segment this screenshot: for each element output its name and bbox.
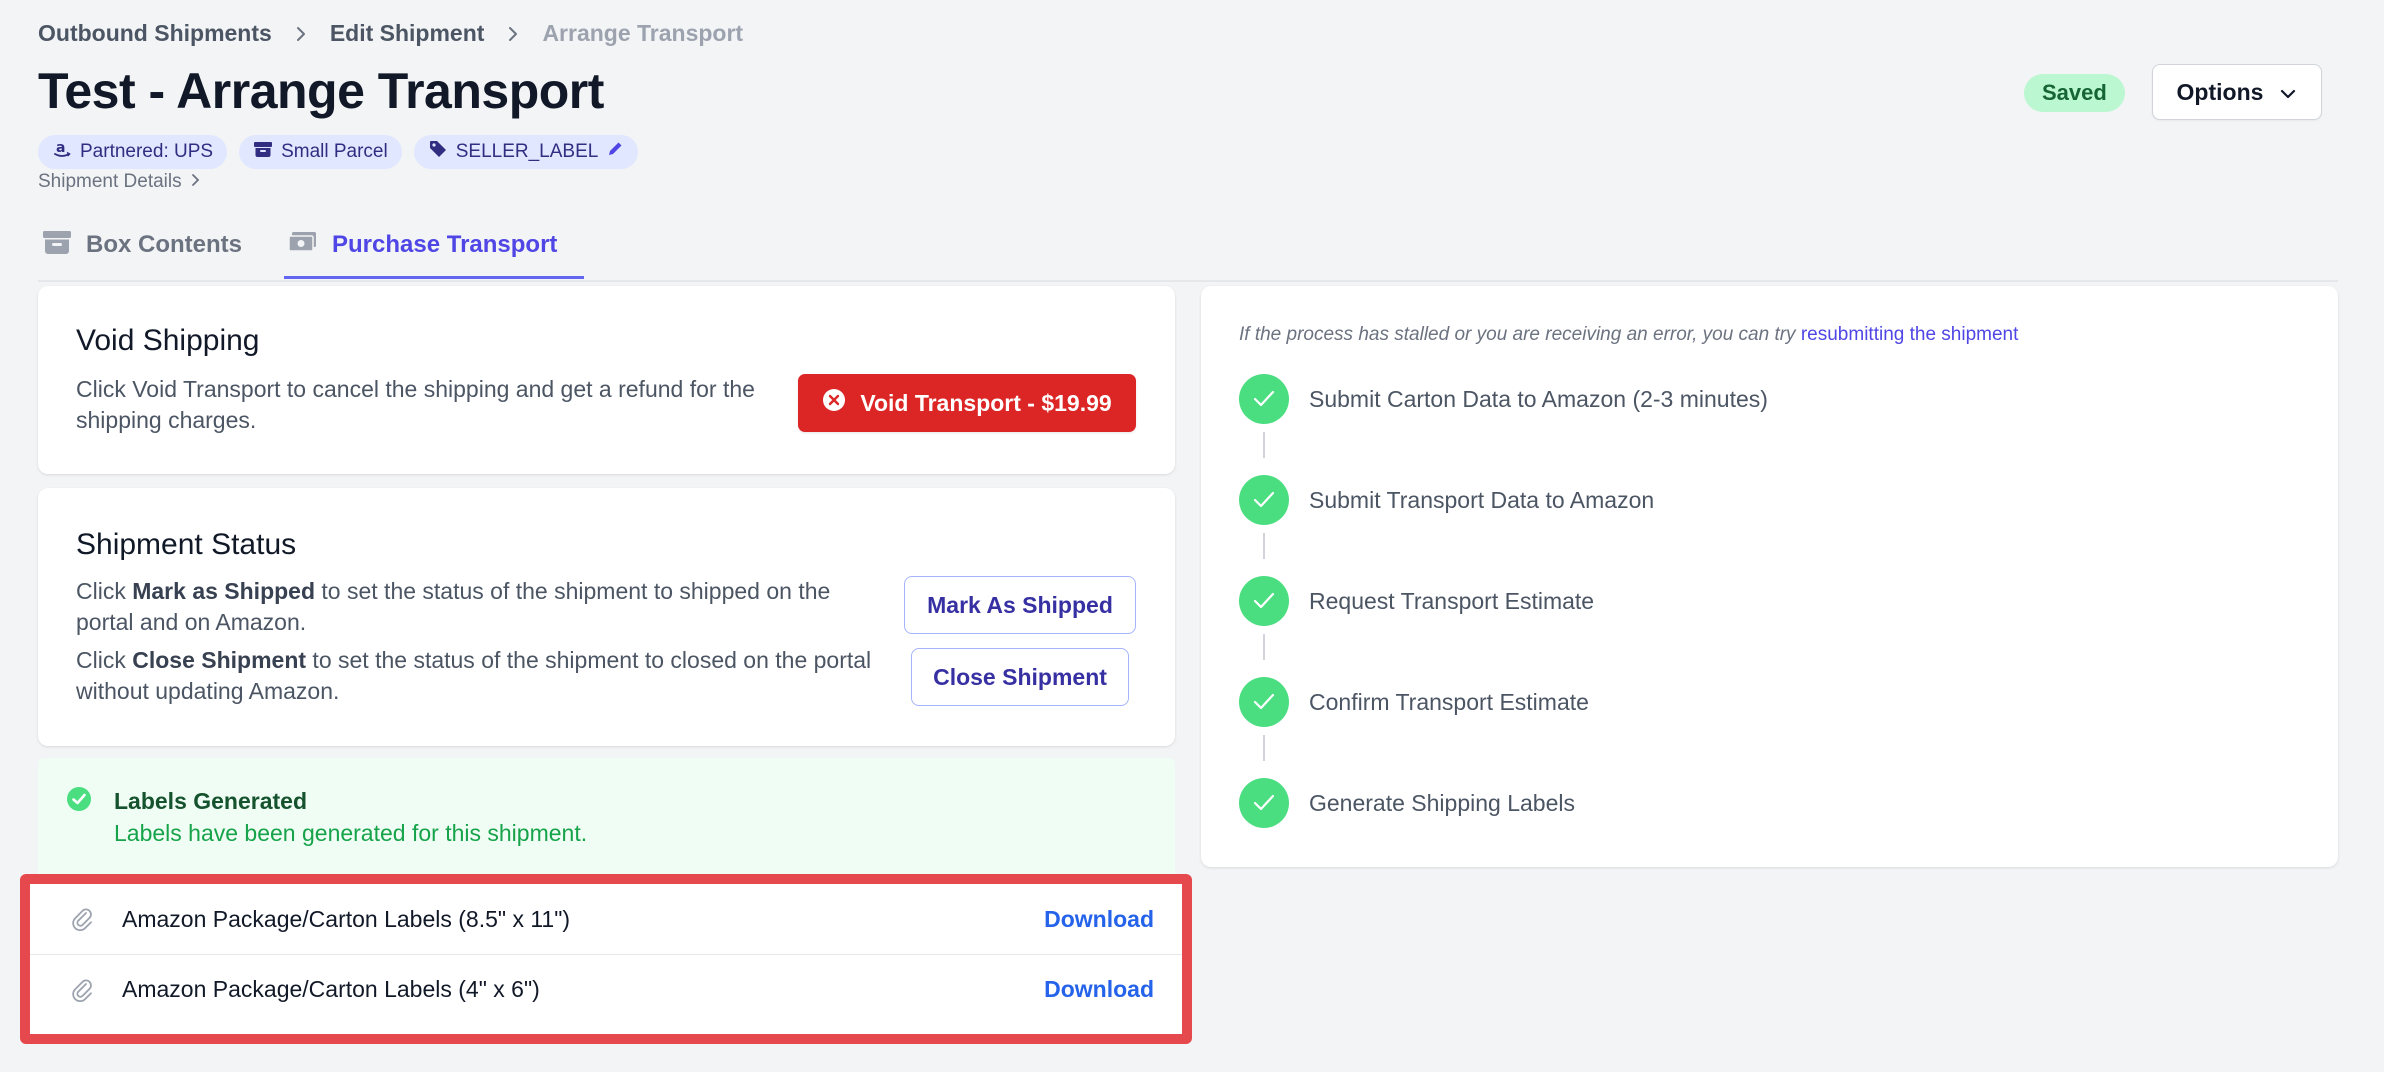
paperclip-icon [70,978,96,1009]
check-icon [1239,778,1289,828]
chevron-right-icon [190,171,200,193]
close-shipment-pre: Click [76,647,133,673]
close-shipment-description: Click Close Shipment to set the status o… [76,645,876,707]
shipment-status-card: Shipment Status Click Mark as Shipped to… [38,488,1175,746]
check-icon [1239,677,1289,727]
archive-box-icon [42,229,72,262]
parcel-badge-label: Small Parcel [281,141,388,162]
labels-generated-alert: Labels Generated Labels have been genera… [38,758,1175,874]
step-item: Request Transport Estimate [1239,576,1594,626]
label-type-badge[interactable]: SELLER_LABEL [413,135,639,169]
carrier-badge-label: Partnered: UPS [80,141,214,162]
labels-generated-title: Labels Generated [114,788,308,814]
active-tab-indicator [284,276,584,279]
tab-box-contents-label: Box Contents [86,231,242,258]
chevron-right-icon [506,25,520,43]
breadcrumb-edit-shipment[interactable]: Edit Shipment [330,20,485,47]
money-icon [288,229,318,262]
label-type-badge-label: SELLER_LABEL [455,141,599,162]
close-shipment-button[interactable]: Close Shipment [911,648,1129,706]
check-circle-icon [66,786,92,817]
options-button[interactable]: Options [2152,64,2322,120]
chevron-down-icon [2279,79,2297,106]
mark-shipped-bold: Mark as Shipped [132,578,316,604]
tag-icon [428,139,448,165]
paperclip-icon [70,907,96,938]
tab-bar: Box Contents Purchase Transport [38,210,2338,282]
step-label: Generate Shipping Labels [1309,789,1575,816]
step-item: Confirm Transport Estimate [1239,677,1589,727]
file-name: Amazon Package/Carton Labels (4" x 6") [122,976,540,1002]
check-icon [1239,374,1289,424]
void-transport-button-label: Void Transport - $19.99 [860,389,1112,416]
close-shipment-bold: Close Shipment [132,647,307,673]
mark-as-shipped-button[interactable]: Mark As Shipped [904,576,1136,634]
labels-generated-text: Labels have been generated for this ship… [114,820,588,846]
file-name: Amazon Package/Carton Labels (8.5" x 11"… [122,905,571,932]
step-item: Generate Shipping Labels [1239,778,1575,828]
step-label: Submit Carton Data to Amazon (2-3 minute… [1309,385,1768,412]
options-button-label: Options [2176,78,2264,105]
step-connector [1263,533,1265,559]
x-circle-icon [822,388,846,418]
list-item: Amazon Package/Carton Labels (4" x 6") D… [30,954,1182,1024]
shipment-details-link[interactable]: Shipment Details [38,171,200,193]
saved-status-badge: Saved [2024,74,2125,112]
carrier-badge: a Partnered: UPS [38,135,228,169]
step-label: Submit Transport Data to Amazon [1309,486,1655,513]
step-connector [1263,735,1265,761]
tab-purchase-transport-label: Purchase Transport [332,231,558,258]
breadcrumb-current: Arrange Transport [542,20,744,46]
step-connector [1263,432,1265,458]
mark-shipped-pre: Click [76,578,133,604]
step-item: Submit Carton Data to Amazon (2-3 minute… [1239,374,1768,424]
parcel-badge: Small Parcel [239,135,402,169]
label-files-list: Amazon Package/Carton Labels (8.5" x 11"… [20,874,1192,1044]
list-item: Amazon Package/Carton Labels (8.5" x 11"… [30,884,1182,954]
resubmit-note: If the process has stalled or you are re… [1239,324,2018,346]
pencil-icon[interactable] [606,140,624,164]
void-transport-button[interactable]: Void Transport - $19.99 [798,374,1136,432]
step-item: Submit Transport Data to Amazon [1239,475,1654,525]
shipment-badges: a Partnered: UPS Small Parcel SELLER_LAB… [38,135,639,169]
check-icon [1239,475,1289,525]
resubmit-shipment-link[interactable]: resubmitting the shipment [1801,324,2019,345]
tab-purchase-transport[interactable]: Purchase Transport [288,222,557,268]
chevron-right-icon [294,25,308,43]
page-title: Test - Arrange Transport [38,63,604,119]
void-shipping-title: Void Shipping [76,324,260,357]
step-label: Request Transport Estimate [1309,587,1595,614]
breadcrumb: Outbound Shipments Edit Shipment Arrange… [38,20,743,47]
transport-steps-card: If the process has stalled or you are re… [1201,286,2338,867]
shipment-details-label: Shipment Details [38,171,182,192]
download-link[interactable]: Download [1044,976,1154,1003]
breadcrumb-outbound-shipments[interactable]: Outbound Shipments [38,20,272,47]
tab-box-contents[interactable]: Box Contents [42,222,242,268]
svg-text:a: a [56,140,65,156]
step-label: Confirm Transport Estimate [1309,688,1589,715]
step-connector [1263,634,1265,660]
archive-box-icon [253,140,273,164]
check-icon [1239,576,1289,626]
resubmit-note-text: If the process has stalled or you are re… [1239,324,1801,345]
shipment-status-title: Shipment Status [76,528,297,561]
void-shipping-description: Click Void Transport to cancel the shipp… [76,376,755,433]
amazon-icon: a [52,139,72,165]
mark-shipped-description: Click Mark as Shipped to set the status … [76,576,876,638]
void-shipping-card: Void Shipping Click Void Transport to ca… [38,286,1175,474]
download-link[interactable]: Download [1044,906,1154,933]
